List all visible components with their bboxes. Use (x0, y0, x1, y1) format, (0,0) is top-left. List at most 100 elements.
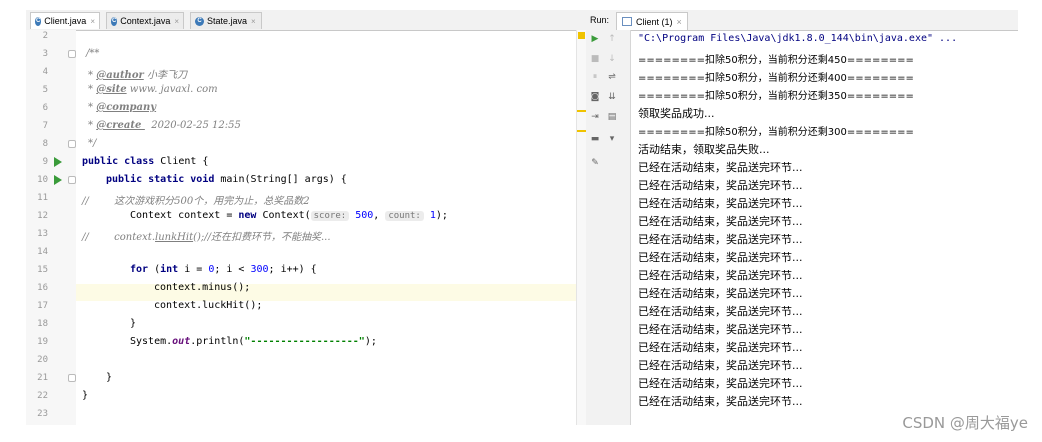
console-line: 已经在活动结束，奖品送完环节... (638, 251, 803, 264)
line-number: 19 (37, 337, 48, 347)
console-line: 已经在活动结束，奖品送完环节... (638, 341, 803, 354)
code-line-3: /** (86, 48, 100, 59)
line-number: 10 (37, 175, 48, 185)
console-line: 已经在活动结束，奖品送完环节... (638, 269, 803, 282)
login-icon[interactable]: ⇥ (589, 112, 601, 122)
console-line: 已经在活动结束，奖品送完环节... (638, 359, 803, 372)
console-line: 活动结束，领取奖品失败... (638, 143, 770, 156)
code-line-13: // context.lunkHit();//还在扣费环节，不能抽奖... (82, 232, 331, 243)
console-line: 已经在活动结束，奖品送完环节... (638, 323, 803, 336)
line-number: 18 (37, 319, 48, 329)
line-number: 23 (37, 409, 48, 419)
close-icon[interactable]: × (251, 17, 256, 26)
console-line: 已经在活动结束，奖品送完环节... (638, 179, 803, 192)
line-number: 15 (37, 265, 48, 275)
console-line: 已经在活动结束，奖品送完环节... (638, 377, 803, 390)
code-line-19: System.out.println("------------------")… (130, 336, 377, 347)
run-class-icon[interactable] (54, 157, 62, 167)
console-line: 已经在活动结束，奖品送完环节... (638, 161, 803, 174)
warning-marker[interactable] (577, 130, 586, 132)
code-line-10: public static void main(String[] args) { (106, 174, 347, 185)
console-line: 已经在活动结束，奖品送完环节... (638, 215, 803, 228)
java-class-icon: C (111, 16, 118, 26)
run-label: Run: (590, 15, 610, 25)
line-number: 20 (37, 355, 48, 365)
console-line: 已经在活动结束，奖品送完环节... (638, 233, 803, 246)
code-line-5: * @site www. javaxl. com (88, 84, 218, 95)
code-line-11: // 这次游戏积分500个，用完为止，总奖品数2 (82, 196, 310, 207)
param-hint-count: count: (385, 211, 424, 221)
console-line: 已经在活动结束，奖品送完环节... (638, 395, 803, 408)
warning-marker[interactable] (578, 32, 585, 39)
line-number: 13 (37, 229, 48, 239)
console-line: ========扣除50积分，当前积分还剩400======== (638, 73, 914, 84)
print-icon[interactable]: ▤ (606, 112, 618, 122)
tab-context-java[interactable]: C Context.java × (106, 12, 184, 29)
console-icon (622, 17, 632, 26)
line-number: 11 (37, 193, 48, 203)
pin-icon[interactable]: ✎ (589, 158, 601, 168)
pause-icon[interactable]: ⏸ (589, 72, 601, 82)
code-line-21: } (106, 372, 113, 383)
line-number: 14 (37, 247, 48, 257)
close-icon[interactable]: × (90, 17, 95, 26)
line-number: 17 (37, 301, 48, 311)
line-number: 16 (37, 283, 48, 293)
up-arrow-icon[interactable]: ↑ (606, 34, 618, 44)
console-line: ========扣除50积分，当前积分还剩350======== (638, 91, 914, 102)
down-arrow-icon[interactable]: ↓ (606, 54, 618, 64)
editor-tab-bar: C Client.java × C Context.java × C State.java… (26, 10, 586, 31)
run-panel-header: Run: Client (1) × (586, 10, 1018, 31)
stop-icon[interactable]: ■ (589, 54, 601, 64)
line-number: 8 (42, 139, 48, 149)
fold-icon[interactable] (68, 176, 76, 184)
console-line: 已经在活动结束，奖品送完环节... (638, 305, 803, 318)
code-line-18: } (130, 318, 137, 329)
param-hint-score: score: (310, 211, 350, 221)
line-number: 3 (42, 49, 48, 59)
code-line-4: * @author 小李飞刀 (88, 70, 187, 81)
fold-icon[interactable] (68, 140, 76, 148)
rerun-icon[interactable]: ▶ (589, 34, 601, 44)
line-number: 9 (42, 157, 48, 167)
code-line-7: * @create 2020-02-25 12:55 (88, 120, 241, 131)
soft-wrap-icon[interactable]: ⇌ (606, 72, 618, 82)
close-icon[interactable]: × (677, 17, 682, 27)
code-line-16: context.minus(); (154, 282, 251, 293)
scroll-to-end-icon[interactable]: ⇊ (606, 92, 618, 102)
console-line: ========扣除50积分，当前积分还剩300======== (638, 127, 914, 138)
tab-state-java[interactable]: C State.java × (190, 12, 262, 29)
code-line-15: for (int i = 0; i < 300; i++) { (130, 264, 317, 275)
console-line: ========扣除50积分，当前积分还剩450======== (638, 55, 914, 66)
line-number: 5 (42, 85, 48, 95)
line-number: 4 (42, 67, 48, 77)
run-main-icon[interactable] (54, 175, 62, 185)
tab-client-java[interactable]: C Client.java × (30, 12, 100, 29)
warning-marker[interactable] (577, 110, 586, 112)
code-line-17: context.luckHit(); (154, 300, 263, 311)
tab-run-client[interactable]: Client (1) × (616, 12, 688, 30)
line-number: 22 (37, 391, 48, 401)
code-line-6: * @company (88, 102, 157, 113)
trash-icon[interactable]: ▾ (606, 134, 618, 144)
fold-icon[interactable] (68, 374, 76, 382)
fold-icon[interactable] (68, 50, 76, 58)
current-line-highlight (76, 284, 576, 301)
console-line: 领取奖品成功... (638, 107, 715, 120)
console-line: "C:\Program Files\Java\jdk1.8.0_144\bin\… (638, 33, 958, 44)
camera-icon[interactable]: ◙ (589, 92, 601, 102)
run-toolbar: ▶ ■ ⏸ ◙ ⇥ ▬ ✎ ↑ ↓ ⇌ ⇊ ▤ ▾ (586, 30, 631, 425)
close-icon[interactable]: × (174, 17, 179, 26)
code-line-9: public class Client { (82, 156, 209, 167)
editor-gutter: 2 3 4 5 6 7 8 9 10 11 12 13 14 15 16 17 … (26, 30, 76, 425)
watermark: CSDN @周大福ye (902, 414, 1028, 432)
console-line: 已经在活动结束，奖品送完环节... (638, 287, 803, 300)
line-number: 21 (37, 373, 48, 383)
console-line: 已经在活动结束，奖品送完环节... (638, 197, 803, 210)
layout-icon[interactable]: ▬ (589, 134, 601, 144)
code-line-8: */ (88, 138, 97, 149)
line-number: 2 (42, 31, 48, 41)
code-line-22: } (82, 390, 89, 401)
code-line-12: Context context = new Context(score: 500… (130, 210, 448, 221)
line-number: 6 (42, 103, 48, 113)
